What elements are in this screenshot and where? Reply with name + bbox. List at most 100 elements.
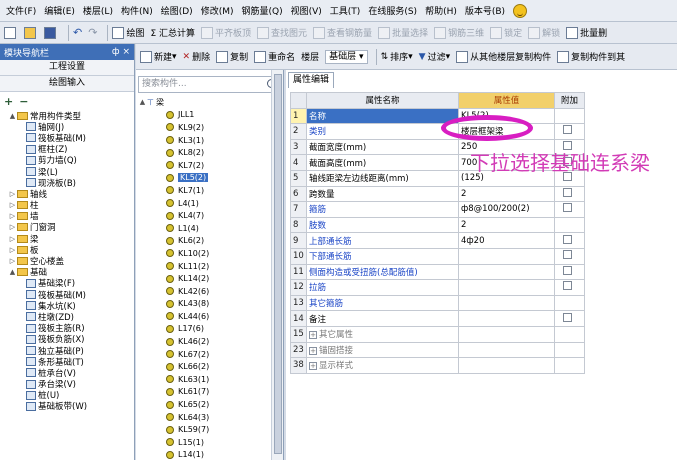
menu-item-9[interactable]: 在线服务(S) [368, 4, 417, 17]
expand-arrow-icon[interactable]: ▷ [8, 190, 17, 198]
tree-item[interactable]: ▷ 门窗洞 [2, 222, 134, 233]
tree-item[interactable]: 承台梁(V) [2, 379, 134, 390]
tree-item[interactable]: 独立基础(P) [2, 345, 134, 357]
component-list-scrollbar[interactable] [271, 70, 283, 460]
menu-item-3[interactable]: 构件(N) [121, 4, 153, 17]
tree-item[interactable]: 桩承台(V) [2, 367, 134, 379]
batch-delete-button[interactable]: 批量删 [566, 26, 607, 39]
lock-button[interactable]: 锁定 [490, 26, 522, 39]
tree-item[interactable]: ▷ 墙 [2, 211, 134, 222]
floor-select[interactable]: 基础层 ▾ [325, 49, 368, 64]
menu-item-11[interactable]: 版本号(B) [465, 4, 505, 17]
tree-item[interactable]: ▲ 常用构件类型 [2, 110, 134, 122]
tree-item[interactable]: 桩(U) [2, 390, 134, 401]
property-row[interactable]: 1 名称 KL5(2) [290, 107, 585, 125]
tree-item[interactable]: 基础梁(F) [2, 278, 134, 289]
component-list-item[interactable]: KL61(7) [138, 386, 268, 399]
scrollbar-thumb[interactable] [274, 74, 282, 454]
property-row[interactable]: 12 拉筋 [290, 279, 585, 296]
component-list-item[interactable]: KL46(2) [138, 335, 268, 348]
menu-item-6[interactable]: 钢筋量(Q) [241, 4, 282, 17]
extra-checkbox[interactable] [563, 250, 572, 260]
draw-button[interactable]: 绘图 [112, 26, 144, 39]
extra-checkbox[interactable] [563, 203, 572, 213]
component-list-item[interactable]: L1(4) [138, 222, 268, 235]
project-settings-button[interactable]: 工程设置 [0, 60, 134, 76]
property-value-cell[interactable]: ф8@100/200(2) [458, 201, 555, 218]
menu-item-2[interactable]: 楼层(L) [83, 4, 113, 17]
filter-button[interactable]: ▼ 过滤 ▾ [419, 50, 450, 64]
delete-component-button[interactable]: ✕ 删除 [183, 50, 211, 64]
menu-item-5[interactable]: 修改(M) [201, 4, 234, 17]
extra-checkbox[interactable] [563, 281, 572, 291]
component-list-item[interactable]: KL43(8) [138, 298, 268, 311]
component-list-item[interactable]: KL11(2) [138, 260, 268, 273]
smiley-icon[interactable] [513, 3, 528, 18]
property-value-cell[interactable] [458, 357, 555, 374]
property-value-cell[interactable] [458, 294, 555, 312]
component-list-item[interactable]: KL6(2) [138, 235, 268, 248]
property-row[interactable]: 15 + 其它属性 [290, 325, 585, 343]
component-list-item[interactable]: KL10(2) [138, 247, 268, 260]
copy-component-button[interactable]: 复制 [216, 50, 248, 63]
undo-button[interactable]: ↶ [73, 26, 82, 39]
component-list-item[interactable]: KL4(7) [138, 209, 268, 222]
copy-to-floor-button[interactable]: 复制构件到其 [557, 50, 625, 63]
extra-checkbox[interactable] [563, 141, 572, 151]
component-list-item[interactable]: KL65(2) [138, 398, 268, 411]
tree-item[interactable]: 集水坑(K) [2, 300, 134, 312]
component-list-item[interactable]: KL66(2) [138, 360, 268, 373]
new-component-button[interactable]: 新建 ▾ [140, 50, 177, 63]
collapse-all-icon[interactable]: − [19, 95, 28, 108]
component-list-item[interactable]: KL67(2) [138, 348, 268, 361]
tree-item[interactable]: 框柱(Z) [2, 144, 134, 155]
property-row[interactable]: 11 侧面构造或受扭筋(总配筋值) [290, 263, 585, 281]
menu-item-10[interactable]: 帮助(H) [425, 4, 457, 17]
expand-plus-icon[interactable]: + [309, 346, 317, 355]
expand-arrow-icon[interactable]: ▷ [8, 257, 17, 265]
property-row[interactable]: 10 下部通长筋 [290, 247, 585, 265]
expand-all-icon[interactable]: + [4, 95, 13, 108]
tree-item[interactable]: ▷ 梁 [2, 233, 134, 245]
property-row[interactable]: 38 + 显示样式 [290, 357, 585, 374]
rename-component-button[interactable]: 重命名 [254, 50, 295, 63]
sort-button[interactable]: ⇅ 排序 ▾ [381, 50, 413, 64]
tree-item[interactable]: ▷ 空心楼盖 [2, 255, 134, 267]
property-value-cell[interactable] [458, 263, 555, 281]
property-row[interactable]: 23 + 锚固搭接 [290, 341, 585, 359]
property-row[interactable]: 8 肢数 2 [290, 216, 585, 234]
component-list-item[interactable]: KL9(2) [138, 121, 268, 134]
tree-item[interactable]: 条形基础(T) [2, 356, 134, 368]
panel-pin-close[interactable]: ф × [112, 47, 130, 57]
tree-item[interactable]: 轴网(J) [2, 121, 134, 133]
copy-from-floor-button[interactable]: 从其他楼层复制构件 [456, 50, 551, 63]
collapse-arrow-icon[interactable]: ▲ [8, 268, 17, 276]
tree-item[interactable]: ▷ 轴线 [2, 188, 134, 200]
menu-item-7[interactable]: 视图(V) [291, 4, 322, 17]
new-file-button[interactable] [4, 26, 18, 39]
expand-arrow-icon[interactable]: ▷ [8, 223, 17, 231]
tree-item[interactable]: 筏板基础(M) [2, 289, 134, 301]
menu-item-0[interactable]: 文件(F) [6, 4, 36, 17]
extra-checkbox[interactable] [563, 187, 572, 197]
property-row[interactable]: 7 箍筋 ф8@100/200(2) [290, 201, 585, 218]
tree-item[interactable]: 筏板主筋(R) [2, 323, 134, 334]
unlock-button[interactable]: 解锁 [528, 26, 560, 39]
tab-property-edit[interactable]: 属性编辑 [288, 72, 335, 88]
tree-item[interactable]: ▲ 基础 [2, 267, 134, 278]
component-list-item[interactable]: KL7(1) [138, 184, 268, 197]
collapse-arrow-icon[interactable]: ▲ [8, 112, 17, 120]
component-list-item[interactable]: KL7(2) [138, 159, 268, 172]
tree-item[interactable]: ▷ 板 [2, 244, 134, 256]
tree-item[interactable]: 梁(L) [2, 166, 134, 178]
expand-arrow-icon[interactable]: ▷ [8, 246, 17, 254]
property-value-cell[interactable] [458, 247, 555, 265]
collapse-arrow-icon[interactable]: ▲ [138, 98, 147, 106]
component-list-item[interactable]: L14(1) [138, 449, 268, 460]
menu-item-8[interactable]: 工具(T) [330, 4, 361, 17]
property-value-cell[interactable]: 4ф20 [458, 232, 555, 249]
component-list-item[interactable]: L17(6) [138, 323, 268, 336]
tree-item[interactable]: 基础板带(W) [2, 401, 134, 412]
component-list-item[interactable]: KL59(7) [138, 423, 268, 436]
property-row[interactable]: 6 跨数量 2 [290, 185, 585, 203]
